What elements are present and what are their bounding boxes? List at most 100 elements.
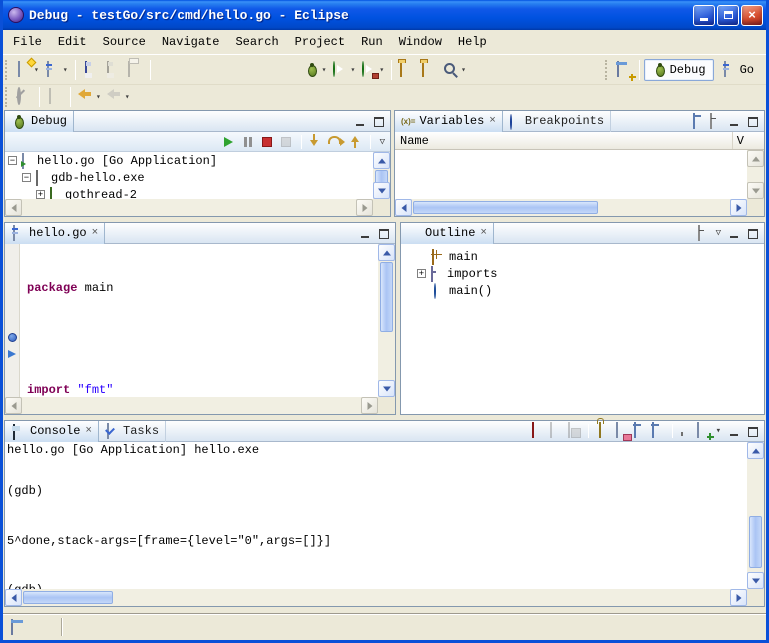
menu-edit[interactable]: Edit xyxy=(50,32,95,52)
clear-console-button[interactable] xyxy=(614,423,629,439)
scroll-down-button[interactable] xyxy=(747,182,764,199)
maximize-view-button[interactable] xyxy=(371,114,387,129)
step-over-button[interactable] xyxy=(328,134,344,150)
debug-vertical-scrollbar[interactable] xyxy=(373,152,390,199)
back-dropdown-icon[interactable]: ▾ xyxy=(96,92,101,102)
toolbar-grip[interactable] xyxy=(605,60,610,80)
forward-button[interactable]: ▾ xyxy=(104,85,133,109)
minimize-view-button[interactable] xyxy=(726,114,742,129)
fast-view-button[interactable] xyxy=(11,620,27,634)
menu-project[interactable]: Project xyxy=(287,32,353,52)
debug-tree-item-launch[interactable]: − hello.go [Go Application] xyxy=(5,152,390,169)
tab-hello-go[interactable]: hello.go × xyxy=(5,223,105,244)
tab-variables[interactable]: (x)= Variables × xyxy=(395,111,503,132)
scroll-left-button[interactable] xyxy=(5,397,22,414)
tab-close-icon[interactable]: × xyxy=(489,116,496,127)
search-button[interactable]: ▾ xyxy=(440,58,469,82)
tab-close-icon[interactable]: × xyxy=(480,228,487,239)
scroll-up-button[interactable] xyxy=(373,152,390,169)
menu-window[interactable]: Window xyxy=(391,32,450,52)
open-console-dropdown-icon[interactable]: ▾ xyxy=(714,426,723,436)
external-tools-button[interactable]: ▾ xyxy=(358,58,387,82)
scrollbar-thumb[interactable] xyxy=(749,516,762,568)
save-all-button[interactable] xyxy=(102,58,124,82)
console-horizontal-scrollbar[interactable] xyxy=(5,589,747,606)
show-stdout-button[interactable] xyxy=(632,423,647,439)
tab-close-icon[interactable]: × xyxy=(85,426,92,437)
remove-all-launches-button[interactable] xyxy=(566,423,581,439)
step-into-button[interactable] xyxy=(309,134,325,150)
perspective-debug-button[interactable]: Debug xyxy=(644,59,714,81)
editor-horizontal-scrollbar[interactable] xyxy=(5,397,378,414)
editor-marker-ruler[interactable] xyxy=(5,244,20,397)
resume-button[interactable] xyxy=(221,134,237,150)
open-resource-button[interactable] xyxy=(396,58,418,82)
open-project-button[interactable] xyxy=(418,58,440,82)
new-go-element-button[interactable]: ▾ xyxy=(42,58,71,82)
scroll-lock-button[interactable] xyxy=(596,423,611,439)
outline-item-package[interactable]: main xyxy=(401,248,764,265)
console-output[interactable]: (gdb) 5^done,stack-args=[frame={level="0… xyxy=(7,458,747,589)
tab-tasks[interactable]: Tasks xyxy=(99,421,166,442)
expander-icon[interactable]: + xyxy=(417,269,426,278)
maximize-view-button[interactable] xyxy=(745,424,761,439)
disconnect-button[interactable] xyxy=(278,134,294,150)
external-tools-dropdown-icon[interactable]: ▾ xyxy=(379,65,384,75)
suspend-button[interactable] xyxy=(240,134,256,150)
scroll-right-button[interactable] xyxy=(730,199,747,216)
scrollbar-thumb[interactable] xyxy=(413,201,598,214)
minimize-view-button[interactable] xyxy=(726,226,742,241)
debug-launch-button[interactable]: ▾ xyxy=(301,58,330,82)
menu-navigate[interactable]: Navigate xyxy=(154,32,228,52)
pin-console-button[interactable] xyxy=(680,423,692,439)
back-button[interactable]: ▾ xyxy=(75,85,104,109)
menu-search[interactable]: Search xyxy=(227,32,286,52)
scrollbar-thumb[interactable] xyxy=(23,591,113,604)
step-return-button[interactable] xyxy=(347,134,363,150)
remove-launch-button[interactable] xyxy=(548,423,563,439)
scroll-right-button[interactable] xyxy=(361,397,378,414)
forward-dropdown-icon[interactable]: ▾ xyxy=(125,92,130,102)
scroll-up-button[interactable] xyxy=(747,442,764,459)
outline-item-imports[interactable]: + imports xyxy=(401,265,764,282)
terminate-button[interactable] xyxy=(259,134,275,150)
link-with-editor-button[interactable] xyxy=(44,85,66,109)
outline-item-main-func[interactable]: main() xyxy=(401,282,764,299)
scroll-down-button[interactable] xyxy=(747,572,764,589)
skip-breakpoints-button[interactable] xyxy=(13,85,35,109)
variables-horizontal-scrollbar[interactable] xyxy=(395,199,747,216)
open-console-button[interactable] xyxy=(695,423,711,439)
terminate-console-button[interactable] xyxy=(530,423,545,439)
scrollbar-thumb[interactable] xyxy=(380,262,393,332)
breakpoint-icon[interactable] xyxy=(8,333,17,342)
titlebar[interactable]: Debug - testGo/src/cmd/hello.go - Eclips… xyxy=(3,0,766,30)
scroll-left-button[interactable] xyxy=(5,199,22,216)
show-type-names-button[interactable] xyxy=(692,114,706,128)
search-dropdown-icon[interactable]: ▾ xyxy=(461,65,466,75)
scroll-up-button[interactable] xyxy=(378,244,395,261)
scroll-up-button[interactable] xyxy=(747,150,764,167)
tab-console[interactable]: Console × xyxy=(5,421,99,442)
debug-tree-item-process[interactable]: − gdb-hello.exe xyxy=(5,169,390,186)
expander-icon[interactable]: − xyxy=(22,173,31,182)
tab-close-icon[interactable]: × xyxy=(92,228,99,239)
expander-icon[interactable]: + xyxy=(36,190,45,199)
new-wizard-button[interactable]: ▾ xyxy=(13,58,42,82)
scroll-left-button[interactable] xyxy=(395,199,412,216)
variables-column-header[interactable]: Name V xyxy=(395,132,764,150)
save-button[interactable] xyxy=(80,58,102,82)
maximize-view-button[interactable] xyxy=(745,226,761,241)
minimize-button[interactable] xyxy=(693,5,715,26)
scroll-down-button[interactable] xyxy=(373,182,390,199)
console-vertical-scrollbar[interactable] xyxy=(747,442,764,589)
show-stderr-button[interactable] xyxy=(650,423,665,439)
debug-launch-dropdown-icon[interactable]: ▾ xyxy=(322,65,327,75)
maximize-view-button[interactable] xyxy=(376,226,392,241)
scroll-down-button[interactable] xyxy=(378,380,395,397)
perspective-go-button[interactable]: Go xyxy=(714,59,762,81)
scroll-left-button[interactable] xyxy=(5,589,22,606)
toolbar-grip[interactable] xyxy=(5,60,10,80)
toolbar-grip[interactable] xyxy=(5,87,10,107)
run-launch-dropdown-icon[interactable]: ▾ xyxy=(350,65,355,75)
menu-run[interactable]: Run xyxy=(353,32,391,52)
